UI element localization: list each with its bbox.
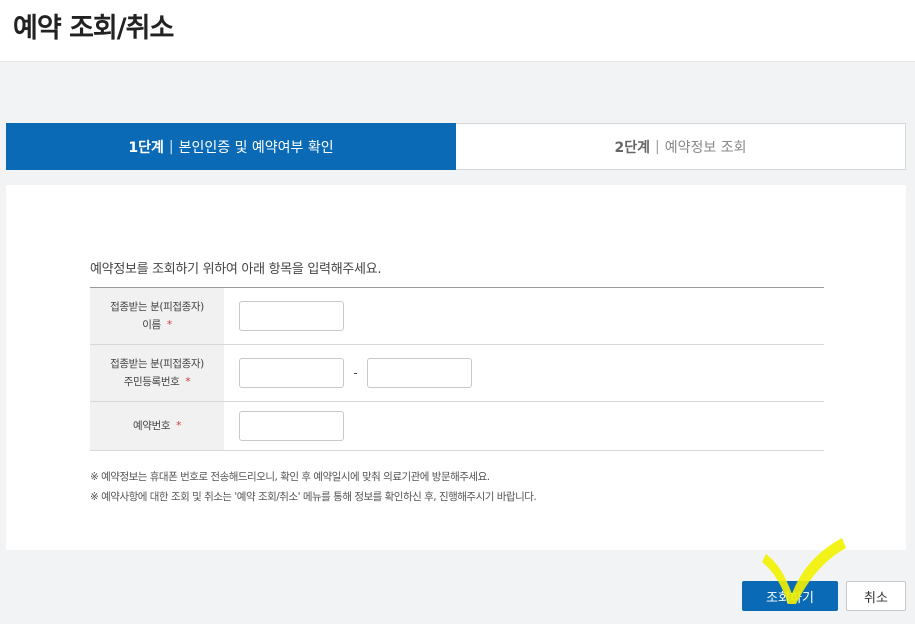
rrn-label-line2-wrap: 주민등록번호 * <box>123 373 191 391</box>
rrn-front-input[interactable] <box>239 358 344 388</box>
form-row-reservation: 예약번호 * <box>90 402 824 451</box>
name-label-line1: 접종받는 분(피접종자) <box>110 301 204 313</box>
step-2: 2단계 | 예약정보 조회 <box>456 123 906 170</box>
reservation-number-input[interactable] <box>239 411 344 441</box>
step-separator: | <box>655 138 660 155</box>
cancel-button[interactable]: 취소 <box>846 581 906 611</box>
step-2-number: 2단계 <box>614 139 651 156</box>
step-1-label: 본인인증 및 예약여부 확인 <box>178 139 334 156</box>
reservation-label: 예약번호 <box>133 420 171 432</box>
page-title: 예약 조회/취소 <box>13 13 174 44</box>
name-field-label: 접종받는 분(피접종자) 이름 * <box>90 288 224 344</box>
rrn-label-line1: 접종받는 분(피접종자) <box>110 358 204 370</box>
notice-item: ※ 예약정보는 휴대폰 번호로 전송해드리오니, 확인 후 예약일시에 맞춰 의… <box>90 471 490 483</box>
notice-item: ※ 예약사항에 대한 조회 및 취소는 '예약 조회/취소' 메뉴를 통해 정보… <box>90 491 537 503</box>
form-row-name: 접종받는 분(피접종자) 이름 * <box>90 288 824 345</box>
notice-list: ※ 예약정보는 휴대폰 번호로 전송해드리오니, 확인 후 예약일시에 맞춰 의… <box>90 467 537 507</box>
step-indicator: 1단계 | 본인인증 및 예약여부 확인 2단계 | 예약정보 조회 <box>6 123 906 170</box>
name-label-line2-wrap: 이름 * <box>142 316 172 334</box>
required-mark: * <box>176 420 181 432</box>
name-field-cell <box>224 288 824 344</box>
step-2-label: 예약정보 조회 <box>664 139 747 156</box>
form-table: 접종받는 분(피접종자) 이름 * 접종받는 분(피접종자) 주민등록번호 * - … <box>90 287 824 451</box>
form-card: 예약정보를 조회하기 위하여 아래 항목을 입력해주세요. 접종받는 분(피접종… <box>6 185 906 550</box>
step-1-number: 1단계 <box>128 139 164 156</box>
reservation-field-cell <box>224 402 824 450</box>
rrn-field-cell: - <box>224 345 824 401</box>
step-separator: | <box>168 138 174 155</box>
header-bar: 예약 조회/취소 <box>0 0 915 62</box>
form-intro-text: 예약정보를 조회하기 위하여 아래 항목을 입력해주세요. <box>90 262 382 277</box>
name-input[interactable] <box>239 301 344 331</box>
rrn-separator: - <box>353 366 358 380</box>
search-button[interactable]: 조회하기 <box>742 581 838 611</box>
reservation-label-wrap: 예약번호 * <box>133 417 181 435</box>
name-label-line2: 이름 <box>142 319 161 331</box>
required-mark: * <box>166 319 172 331</box>
rrn-back-input[interactable] <box>367 358 472 388</box>
reservation-field-label: 예약번호 * <box>90 402 224 450</box>
form-row-rrn: 접종받는 분(피접종자) 주민등록번호 * - <box>90 345 824 402</box>
rrn-field-label: 접종받는 분(피접종자) 주민등록번호 * <box>90 345 224 401</box>
rrn-label-line2: 주민등록번호 <box>123 376 180 388</box>
step-1: 1단계 | 본인인증 및 예약여부 확인 <box>6 123 456 170</box>
required-mark: * <box>185 376 191 388</box>
